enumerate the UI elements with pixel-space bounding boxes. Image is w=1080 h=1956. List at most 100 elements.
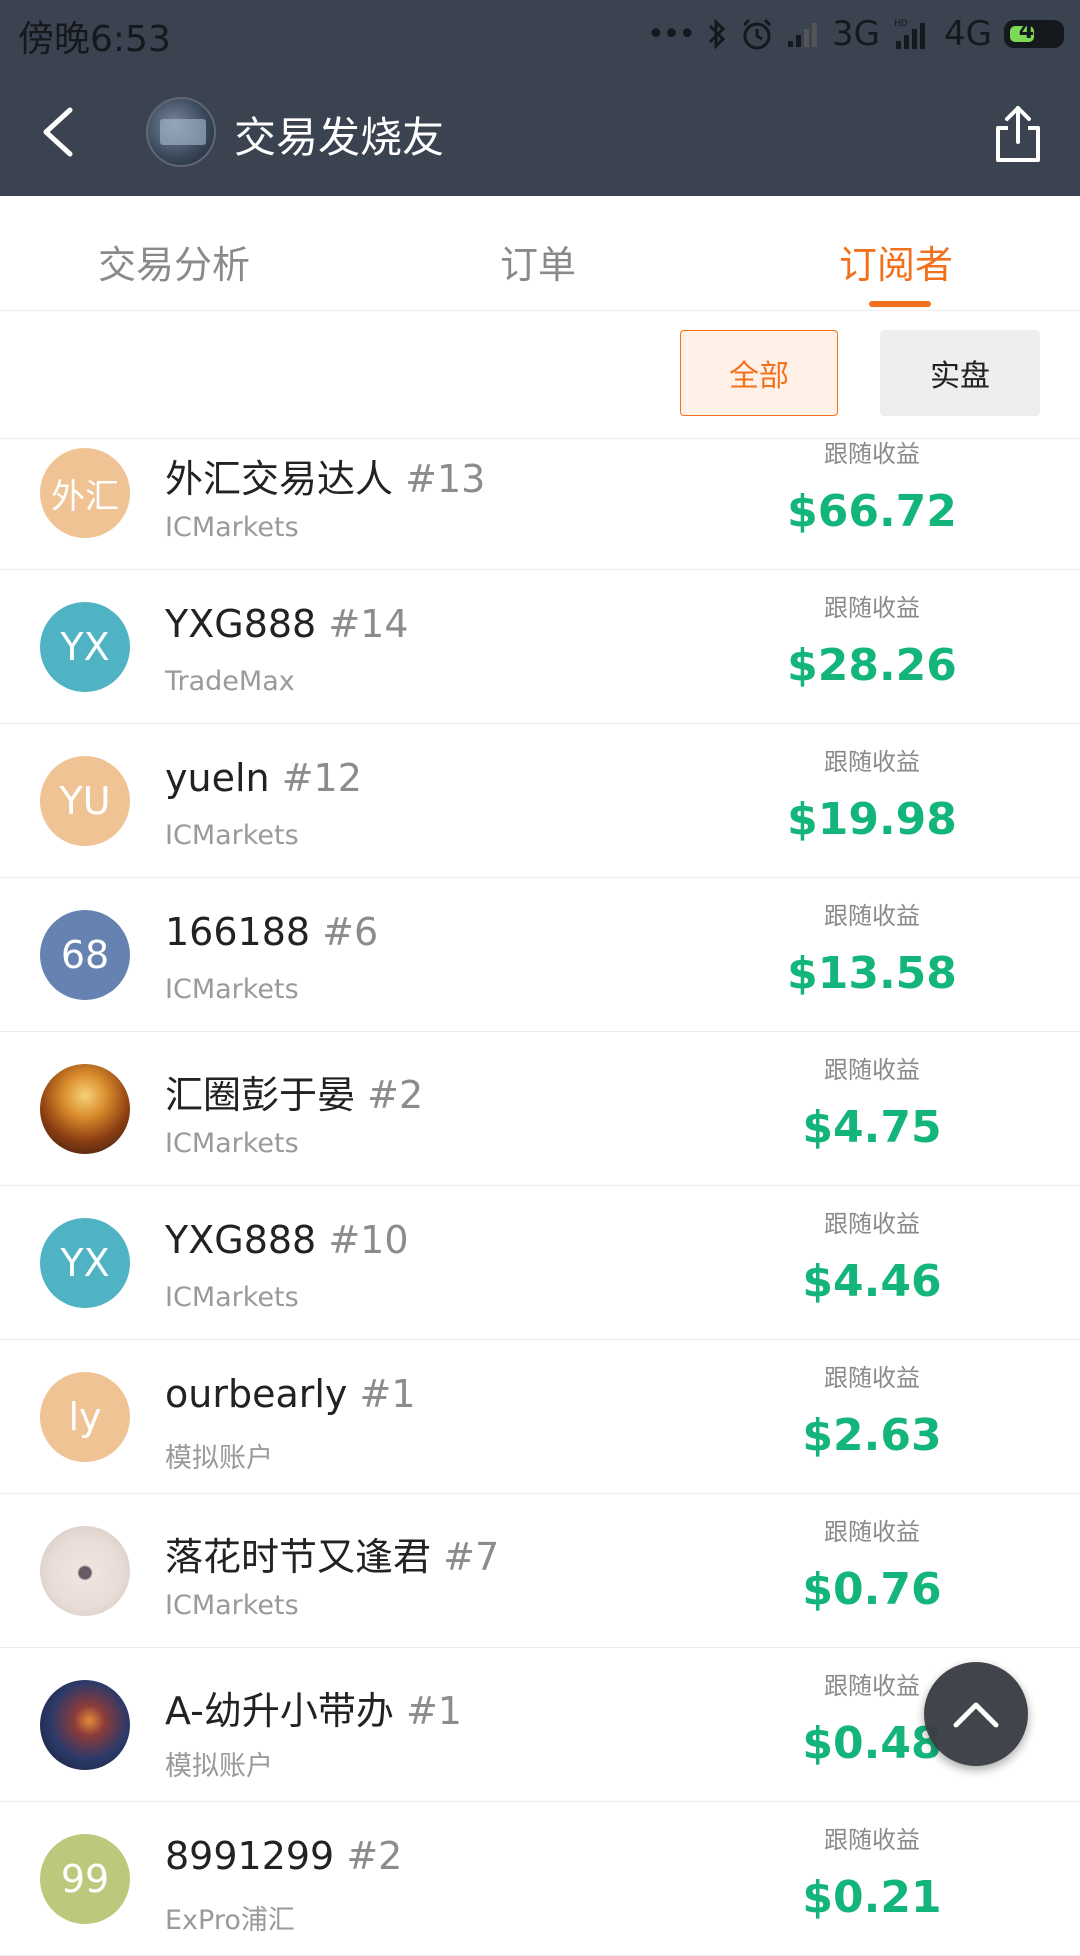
subscriber-row[interactable]: ly ourbearly #1 模拟账户 跟随收益 $2.63 — [0, 1340, 1080, 1494]
page-title: 交易发烧友 — [234, 113, 445, 162]
follow-gain-value: $4.75 — [802, 1102, 942, 1153]
subscriber-name: ourbearly #1 — [165, 1372, 416, 1416]
subscriber-row[interactable]: YU yueln #12 ICMarkets 跟随收益 $19.98 — [0, 724, 1080, 878]
follow-gain-value: $0.21 — [802, 1872, 942, 1923]
active-tab-indicator — [869, 301, 931, 307]
subscriber-name: 166188 #6 — [165, 910, 378, 954]
subscriber-list: 外汇 外汇交易达人 #13 ICMarkets 跟随收益 $66.72 YX YXG888 … — [0, 438, 1080, 1956]
subscriber-row[interactable]: 外汇 外汇交易达人 #13 ICMarkets 跟随收益 $66.72 — [0, 438, 1080, 570]
subscriber-name-text: 汇圈彭于晏 — [165, 1073, 356, 1117]
avatar[interactable]: 99 — [40, 1834, 130, 1924]
status-time: 傍晚6:53 — [18, 19, 171, 60]
svg-text:HD: HD — [894, 19, 908, 29]
subscriber-rank: #12 — [281, 756, 362, 800]
subscriber-rank: #10 — [328, 1218, 409, 1262]
broker-label: ICMarkets — [165, 1590, 299, 1621]
subscriber-rank: #13 — [405, 457, 486, 501]
follow-gain-value: $19.98 — [787, 794, 957, 845]
subscriber-name-text: ourbearly — [165, 1372, 348, 1416]
broker-label: ExPro浦汇 — [165, 1905, 295, 1936]
chevron-left-icon[interactable] — [30, 102, 90, 162]
follow-gain-label: 跟随收益 — [824, 748, 920, 776]
broker-label: 模拟账户 — [165, 1443, 273, 1474]
subscriber-name: YXG888 #10 — [165, 1218, 409, 1262]
follow-gain-value: $28.26 — [787, 640, 957, 691]
avatar[interactable] — [40, 1680, 130, 1770]
subscriber-name-text: 166188 — [165, 910, 311, 954]
subscriber-name: A-幼升小带办 #1 — [165, 1680, 462, 1735]
avatar[interactable] — [40, 1064, 130, 1154]
status-icons: ••• 3G HD 4G 49 — [647, 14, 1064, 54]
subscriber-name: 汇圈彭于晏 #2 — [165, 1064, 423, 1119]
subscriber-name: 8991299 #2 — [165, 1834, 402, 1878]
filter-real-button[interactable]: 实盘 — [880, 330, 1040, 416]
filter-all-button[interactable]: 全部 — [680, 330, 838, 416]
subscriber-rank: #7 — [443, 1535, 500, 1579]
avatar[interactable]: YX — [40, 602, 130, 692]
broker-label: TradeMax — [165, 666, 295, 697]
follow-gain-label: 跟随收益 — [824, 1210, 920, 1238]
subscriber-name: 落花时节又逢君 #7 — [165, 1526, 499, 1581]
subscriber-rank: #14 — [328, 602, 409, 646]
share-icon[interactable] — [992, 104, 1044, 164]
follow-gain-label: 跟随收益 — [824, 440, 920, 468]
tab-subscribers[interactable]: 订阅者 — [839, 234, 953, 289]
subscriber-name: YXG888 #14 — [165, 602, 409, 646]
subscriber-row[interactable]: 落花时节又逢君 #7 ICMarkets 跟随收益 $0.76 — [0, 1494, 1080, 1648]
subscriber-name-text: yueln — [165, 756, 270, 800]
follow-gain-value: $4.46 — [802, 1256, 942, 1307]
subscriber-row[interactable]: YX YXG888 #10 ICMarkets 跟随收益 $4.46 — [0, 1186, 1080, 1340]
avatar[interactable]: 68 — [40, 910, 130, 1000]
channel-avatar — [146, 97, 216, 167]
chevron-up-icon — [953, 1702, 999, 1728]
follow-gain-label: 跟随收益 — [824, 1364, 920, 1392]
subscriber-row[interactable]: 68 166188 #6 ICMarkets 跟随收益 $13.58 — [0, 878, 1080, 1032]
avatar[interactable]: YX — [40, 1218, 130, 1308]
follow-gain-label: 跟随收益 — [824, 1826, 920, 1854]
broker-label: 模拟账户 — [165, 1751, 273, 1782]
avatar-image-detail — [160, 119, 206, 145]
filter-row: 全部 实盘 — [0, 310, 1080, 439]
subscriber-name: 外汇交易达人 #13 — [165, 448, 485, 503]
signal-bars-icon — [788, 23, 818, 47]
subscriber-rank: #1 — [405, 1689, 462, 1733]
subscriber-row[interactable]: 汇圈彭于晏 #2 ICMarkets 跟随收益 $4.75 — [0, 1032, 1080, 1186]
avatar[interactable]: 外汇 — [40, 448, 130, 538]
follow-gain-value: $0.76 — [802, 1564, 942, 1615]
follow-gain-label: 跟随收益 — [824, 1056, 920, 1084]
subscriber-name: yueln #12 — [165, 756, 362, 800]
subscriber-name-text: YXG888 — [165, 1218, 317, 1262]
signal-bars-hd-icon: HD — [894, 19, 926, 49]
subscriber-name-text: 落花时节又逢君 — [165, 1535, 432, 1579]
broker-label: ICMarkets — [165, 1282, 299, 1313]
subscriber-row[interactable]: A-幼升小带办 #1 模拟账户 跟随收益 $0.48 — [0, 1648, 1080, 1802]
subscriber-name-text: YXG888 — [165, 602, 317, 646]
scroll-to-top-button[interactable] — [924, 1662, 1028, 1766]
broker-label: ICMarkets — [165, 1128, 299, 1159]
subscriber-rank: #2 — [346, 1834, 403, 1878]
status-bar: 傍晚6:53 ••• 3G HD 4G 49 — [0, 0, 1080, 68]
subscriber-name-text: 外汇交易达人 — [165, 457, 394, 501]
follow-gain-label: 跟随收益 — [824, 594, 920, 622]
avatar[interactable]: YU — [40, 756, 130, 846]
follow-gain-value: $2.63 — [802, 1410, 942, 1461]
avatar[interactable]: ly — [40, 1372, 130, 1462]
more-dots-icon: ••• — [646, 16, 696, 52]
battery-icon: 49 — [1004, 19, 1064, 48]
broker-label: ICMarkets — [165, 820, 299, 851]
follow-gain-label: 跟随收益 — [824, 1518, 920, 1546]
subscriber-rank: #1 — [359, 1372, 416, 1416]
tab-trade-analysis[interactable]: 交易分析 — [98, 234, 250, 289]
subscriber-rank: #2 — [367, 1073, 424, 1117]
subscriber-name-text: A-幼升小带办 — [165, 1689, 394, 1733]
follow-gain-label: 跟随收益 — [824, 902, 920, 930]
battery-level: 49 — [1018, 19, 1050, 44]
tab-orders[interactable]: 订单 — [500, 234, 576, 289]
subscriber-row[interactable]: YX YXG888 #14 TradeMax 跟随收益 $28.26 — [0, 570, 1080, 724]
network-4g-label: 4G — [944, 14, 992, 54]
network-3g-label: 3G — [832, 14, 881, 54]
alarm-icon — [742, 18, 772, 50]
subscriber-row[interactable]: 99 8991299 #2 ExPro浦汇 跟随收益 $0.21 — [0, 1802, 1080, 1956]
avatar[interactable] — [40, 1526, 130, 1616]
nav-bar: 交易发烧友 — [0, 68, 1080, 196]
